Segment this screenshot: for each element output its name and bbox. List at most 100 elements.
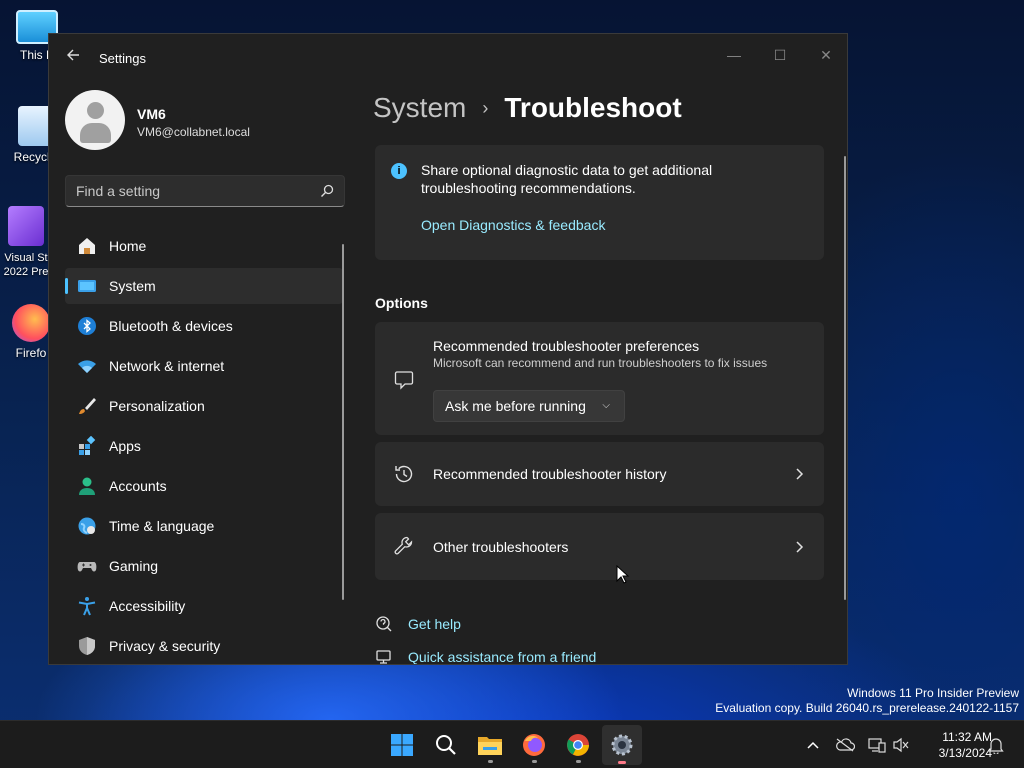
volume-tray-button[interactable] (891, 735, 911, 755)
system-icon (77, 276, 97, 296)
bluetooth-icon (77, 316, 97, 336)
minimize-button[interactable]: — (711, 40, 757, 70)
accounts-icon (77, 476, 97, 496)
history-title: Recommended troubleshooter history (433, 466, 667, 482)
visual-studio-icon (8, 206, 44, 246)
sidebar-item-accounts[interactable]: Accounts (65, 468, 343, 504)
recycle-bin-icon (18, 106, 52, 146)
gamepad-icon (77, 556, 97, 576)
chevron-down-icon: ⌵ (602, 400, 610, 411)
home-icon (77, 236, 97, 256)
sidebar-scrollbar[interactable] (342, 244, 344, 600)
sidebar-item-label: Bluetooth & devices (109, 318, 233, 334)
desktop-icon-label: Visual St 2022 Pre (3, 252, 49, 278)
sidebar-item-gaming[interactable]: Gaming (65, 548, 343, 584)
sidebar-item-label: Network & internet (109, 358, 225, 374)
sidebar-item-label: Apps (109, 438, 141, 454)
cloud-icon (836, 738, 855, 752)
notifications-button[interactable] (986, 735, 1006, 755)
desktop-icon-visual-studio[interactable]: Visual St 2022 Pre (0, 206, 52, 278)
mouse-cursor-icon (616, 565, 630, 584)
wrench-icon (394, 536, 413, 555)
avatar[interactable] (65, 90, 125, 150)
file-explorer-icon (478, 737, 502, 755)
sidebar-item-label: Privacy & security (109, 638, 221, 654)
accessibility-icon (77, 596, 97, 616)
taskbar-search-button[interactable] (426, 725, 466, 765)
app-title: Settings (99, 51, 146, 66)
sidebar-item-label: Home (109, 238, 147, 254)
breadcrumb-parent[interactable]: System (373, 92, 466, 124)
network-tray-button[interactable] (867, 735, 887, 755)
breadcrumb-separator: › (482, 97, 489, 118)
quick-assist-link[interactable]: Quick assistance from a friend (375, 648, 597, 665)
firefox-icon (523, 734, 545, 756)
firefox-taskbar-button[interactable] (514, 725, 554, 765)
info-icon: i (391, 163, 407, 179)
preferences-dropdown[interactable]: Ask me before running ⌵ (433, 390, 625, 422)
sidebar-item-network[interactable]: Network & internet (65, 348, 343, 384)
sidebar-item-label: Personalization (109, 398, 205, 414)
chevron-right-icon (796, 541, 804, 553)
sidebar-item-label: Time & language (109, 518, 215, 534)
search-input[interactable] (66, 176, 344, 206)
sidebar-item-bluetooth[interactable]: Bluetooth & devices (65, 308, 343, 344)
maximize-button[interactable]: ☐ (757, 40, 803, 70)
sidebar-item-home[interactable]: Home (65, 228, 343, 264)
shield-icon (77, 636, 97, 656)
content-scrollbar[interactable] (844, 156, 846, 600)
show-hidden-icons-button[interactable] (803, 735, 823, 755)
settings-taskbar-button[interactable] (602, 725, 642, 765)
diagnostics-info-card: i Share optional diagnostic data to get … (375, 145, 824, 260)
firefox-icon (12, 304, 50, 342)
sidebar-item-accessibility[interactable]: Accessibility (65, 588, 343, 624)
taskbar-clock[interactable]: 11:32 AM 3/13/2024 (916, 729, 992, 761)
quick-assist-label: Quick assistance from a friend (408, 649, 597, 665)
history-icon (395, 465, 413, 483)
sidebar-item-system[interactable]: System (65, 268, 343, 304)
other-troubleshooters-title: Other troubleshooters (433, 539, 569, 555)
title-bar[interactable]: Settings — ☐ ✕ (49, 34, 847, 82)
sidebar-item-apps[interactable]: Apps (65, 428, 343, 464)
troubleshooter-history-card[interactable]: Recommended troubleshooter history (375, 442, 824, 506)
preferences-subtitle: Microsoft can recommend and run troubles… (433, 356, 768, 370)
sidebar-item-label: Accessibility (109, 598, 186, 614)
other-troubleshooters-card[interactable]: Other troubleshooters (375, 513, 824, 580)
open-diagnostics-link[interactable]: Open Diagnostics & feedback (421, 217, 605, 233)
get-help-link[interactable]: Get help (375, 615, 461, 633)
sidebar-item-label: Accounts (109, 478, 167, 494)
arrow-left-icon (67, 49, 79, 61)
search-icon (436, 735, 456, 755)
profile-name: VM6 (137, 106, 166, 122)
search-icon[interactable] (320, 184, 334, 198)
quick-assist-icon (376, 650, 391, 664)
network-icon (868, 738, 886, 753)
volume-muted-icon (893, 737, 909, 753)
start-icon (391, 734, 413, 756)
sidebar-item-privacy-security[interactable]: Privacy & security (65, 628, 343, 664)
chat-bubble-icon (394, 371, 414, 390)
chevron-right-icon (796, 468, 804, 480)
desktop-icon-label: Firefo (15, 346, 47, 360)
brush-icon (77, 396, 97, 416)
back-button[interactable] (63, 48, 83, 68)
get-help-label: Get help (408, 616, 461, 632)
settings-window: Settings — ☐ ✕ VM6 VM6@collabnet.local H… (48, 33, 848, 665)
chevron-up-icon (807, 741, 819, 749)
start-button[interactable] (382, 725, 422, 765)
preferences-title: Recommended troubleshooter preferences (433, 338, 700, 354)
watermark-line2: Evaluation copy. Build 26040.rs_prerelea… (715, 701, 1019, 715)
sidebar-item-time-language[interactable]: Time & language (65, 508, 343, 544)
onedrive-tray-button[interactable] (835, 735, 855, 755)
breadcrumb: System › Troubleshoot (373, 92, 682, 124)
sidebar-item-label: Gaming (109, 558, 159, 574)
file-explorer-button[interactable] (470, 725, 510, 765)
close-button[interactable]: ✕ (803, 40, 847, 70)
search-box (65, 175, 345, 207)
chrome-taskbar-button[interactable] (558, 725, 598, 765)
globe-icon (77, 516, 97, 536)
options-section-title: Options (375, 295, 428, 311)
sidebar-item-personalization[interactable]: Personalization (65, 388, 343, 424)
sidebar-nav: Home System Bluetooth & devices Network … (65, 228, 343, 664)
clock-time: 11:32 AM (942, 730, 992, 744)
